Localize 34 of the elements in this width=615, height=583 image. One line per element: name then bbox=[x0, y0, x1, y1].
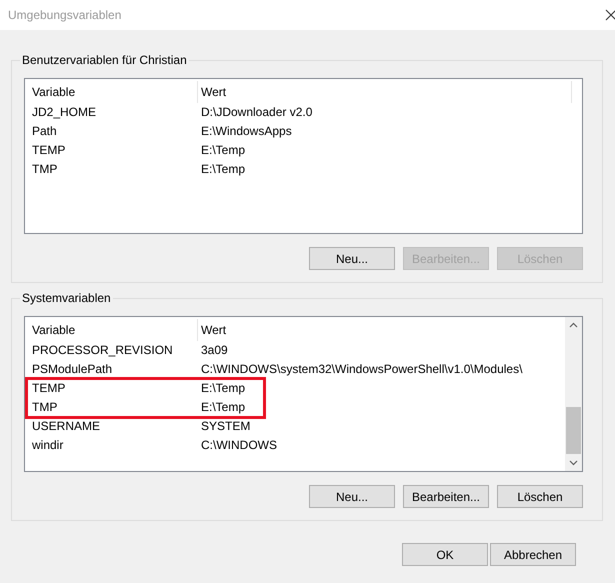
scrollbar[interactable] bbox=[565, 317, 582, 471]
variable-name[interactable]: PSModulePath bbox=[25, 360, 197, 379]
variable-name[interactable]: TEMP bbox=[25, 379, 197, 398]
group-legend: Systemvariablen bbox=[20, 291, 113, 306]
window-title: Umgebungsvariablen bbox=[8, 7, 122, 24]
variable-name[interactable]: TMP bbox=[25, 398, 197, 417]
variable-value[interactable]: D:\JDownloader v2.0 bbox=[197, 103, 312, 122]
dialog-button[interactable]: OK bbox=[402, 543, 488, 566]
variable-name[interactable]: USERNAME bbox=[25, 417, 197, 436]
variable-value[interactable]: 3a09 bbox=[197, 341, 228, 360]
dialog-button[interactable]: Löschen bbox=[497, 485, 583, 508]
column-header[interactable]: Variable bbox=[25, 319, 197, 341]
variable-name[interactable]: TMP bbox=[25, 160, 197, 179]
variable-value[interactable]: SYSTEM bbox=[197, 417, 250, 436]
dialog-button[interactable]: Bearbeiten... bbox=[403, 485, 489, 508]
variable-name[interactable]: windir bbox=[25, 436, 197, 455]
variable-name[interactable]: JD2_HOME bbox=[25, 103, 197, 122]
dialog-button[interactable]: Neu... bbox=[309, 247, 395, 270]
column-header[interactable]: Wert bbox=[197, 81, 571, 103]
variable-value[interactable]: E:\Temp bbox=[197, 379, 246, 398]
dialog-button[interactable]: Neu... bbox=[309, 485, 395, 508]
scrollbar-thumb[interactable] bbox=[566, 407, 581, 454]
close-icon[interactable] bbox=[605, 9, 615, 21]
variable-name[interactable]: TEMP bbox=[25, 141, 197, 160]
variable-name[interactable]: Path bbox=[25, 122, 197, 141]
column-header[interactable]: Variable bbox=[25, 81, 197, 103]
variable-value[interactable]: E:\Temp bbox=[197, 160, 246, 179]
variable-value[interactable]: C:\WINDOWS bbox=[197, 436, 277, 455]
dialog-button[interactable]: Abbrechen bbox=[490, 543, 576, 566]
variable-value[interactable]: E:\WindowsApps bbox=[197, 122, 292, 141]
variable-value[interactable]: C:\WINDOWS\system32\WindowsPowerShell\v1.0\Modules\ bbox=[197, 360, 522, 379]
variable-value[interactable]: E:\Temp bbox=[197, 398, 246, 417]
variable-value[interactable]: E:\Temp bbox=[197, 141, 246, 160]
variable-name[interactable]: PROCESSOR_REVISION bbox=[25, 341, 197, 360]
